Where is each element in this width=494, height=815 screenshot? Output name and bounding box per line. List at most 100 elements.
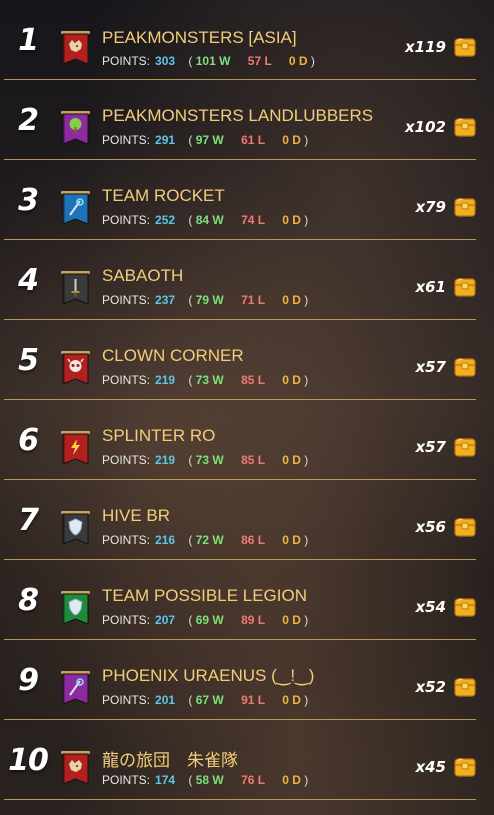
draws-value: 0 D [282, 133, 301, 147]
reward-multiplier: x52 [415, 678, 446, 696]
losses-value: 71 L [241, 293, 265, 307]
guild-name[interactable]: TEAM ROCKET [102, 186, 225, 206]
leaderboard-row-8[interactable]: 8 TEAM POSSIBLE LEGION POINTS: 207 ( 69 W… [0, 560, 494, 640]
wins-value: 84 W [195, 213, 224, 227]
draws-value: 0 D [282, 773, 301, 787]
guild-stats: POINTS: 219 ( 73 W 85 L 0 D ) [102, 373, 309, 387]
leaderboard-row-2[interactable]: 2 PEAKMONSTERS LANDLUBBERS POINTS: 291 ( … [0, 80, 494, 160]
guild-leaderboard: 1 PEAKMONSTERS [ASIA] POINTS: 303 ( 101 W… [0, 0, 494, 815]
points-label: POINTS: [102, 293, 151, 307]
losses-value: 85 L [241, 453, 265, 467]
chest-icon [454, 516, 476, 538]
reward-multiplier: x57 [415, 358, 446, 376]
rank-number: 3 [18, 182, 39, 218]
guild-name[interactable]: SABAOTH [102, 266, 183, 286]
rank-number: 7 [18, 502, 39, 538]
guild-name[interactable]: SPLINTER RO [102, 426, 215, 446]
draws-value: 0 D [282, 693, 301, 707]
points-value: 219 [155, 453, 176, 467]
guild-stats: POINTS: 291 ( 97 W 61 L 0 D ) [102, 133, 309, 147]
points-value: 174 [155, 773, 176, 787]
guild-name[interactable]: HIVE BR [102, 506, 170, 526]
rank-number: 8 [18, 582, 39, 618]
points-value: 303 [155, 54, 176, 68]
points-label: POINTS: [102, 613, 151, 627]
guild-name[interactable]: CLOWN CORNER [102, 346, 244, 366]
losses-value: 89 L [241, 613, 265, 627]
chest-icon [454, 356, 476, 378]
guild-stats: POINTS: 174 ( 58 W 76 L 0 D ) [102, 773, 309, 787]
leaderboard-row-7[interactable]: 7 HIVE BR POINTS: 216 ( 72 W 86 L 0 D ) x… [0, 480, 494, 560]
leaderboard-row-5[interactable]: 5 CLOWN CORNER POINTS: 219 ( 73 W 85 L 0 … [0, 320, 494, 400]
wins-value: 101 W [195, 54, 231, 68]
draws-value: 0 D [282, 213, 301, 227]
wins-value: 69 W [195, 613, 224, 627]
rank-number: 2 [18, 102, 39, 138]
guild-stats: POINTS: 237 ( 79 W 71 L 0 D ) [102, 293, 309, 307]
rank-number: 1 [18, 22, 39, 58]
points-label: POINTS: [102, 453, 151, 467]
guild-name[interactable]: TEAM POSSIBLE LEGION [102, 586, 307, 606]
chest-icon [454, 36, 476, 58]
draws-value: 0 D [282, 453, 301, 467]
leaderboard-row-4[interactable]: 4 SABAOTH POINTS: 237 ( 79 W 71 L 0 D ) x… [0, 240, 494, 320]
guild-stats: POINTS: 252 ( 84 W 74 L 0 D ) [102, 213, 309, 227]
rank-number: 10 [8, 742, 49, 778]
reward-multiplier: x54 [415, 598, 446, 616]
rank-number: 6 [18, 422, 39, 458]
staff-banner-icon [60, 671, 91, 707]
draws-value: 0 D [282, 613, 301, 627]
losses-value: 61 L [241, 133, 265, 147]
guild-stats: POINTS: 216 ( 72 W 86 L 0 D ) [102, 533, 309, 547]
draws-value: 0 D [282, 373, 301, 387]
points-label: POINTS: [102, 54, 151, 68]
chest-icon [454, 196, 476, 218]
guild-name[interactable]: PEAKMONSTERS [ASIA] [102, 28, 297, 48]
leaderboard-row-6[interactable]: 6 SPLINTER RO POINTS: 219 ( 73 W 85 L 0 D… [0, 400, 494, 480]
reward-multiplier: x102 [405, 118, 446, 136]
reward-multiplier: x79 [415, 198, 446, 216]
points-label: POINTS: [102, 533, 151, 547]
chest-icon [454, 676, 476, 698]
sword-banner-icon [60, 271, 91, 307]
points-label: POINTS: [102, 373, 151, 387]
rank-number: 9 [18, 662, 39, 698]
shield-banner-icon [60, 511, 91, 547]
guild-stats: POINTS: 207 ( 69 W 89 L 0 D ) [102, 613, 309, 627]
chest-icon [454, 436, 476, 458]
skull-banner-icon [60, 351, 91, 387]
draws-value: 0 D [288, 54, 308, 68]
leaderboard-row-10[interactable]: 10 龍の旅団 朱雀隊 POINTS: 174 ( 58 W 76 L 0 D )… [0, 720, 494, 800]
chest-icon [454, 116, 476, 138]
losses-value: 74 L [241, 213, 265, 227]
points-value: 216 [155, 533, 176, 547]
reward-multiplier: x119 [405, 38, 446, 56]
chest-icon [454, 276, 476, 298]
leaderboard-row-1[interactable]: 1 PEAKMONSTERS [ASIA] POINTS: 303 ( 101 W… [0, 0, 494, 80]
losses-value: 86 L [241, 533, 265, 547]
points-label: POINTS: [102, 773, 151, 787]
points-label: POINTS: [102, 213, 151, 227]
wolf-banner-icon [60, 751, 91, 787]
guild-name[interactable]: PHOENIX URAENUS (‿!‿) [102, 666, 314, 686]
points-value: 207 [155, 613, 176, 627]
leaderboard-row-3[interactable]: 3 TEAM ROCKET POINTS: 252 ( 84 W 74 L 0 D… [0, 160, 494, 240]
losses-value: 91 L [241, 693, 265, 707]
reward-multiplier: x57 [415, 438, 446, 456]
guild-name[interactable]: 龍の旅団 朱雀隊 [102, 746, 238, 771]
guild-stats: POINTS: 201 ( 67 W 91 L 0 D ) [102, 693, 309, 707]
chest-icon [454, 596, 476, 618]
guild-name[interactable]: PEAKMONSTERS LANDLUBBERS [102, 106, 373, 126]
points-label: POINTS: [102, 133, 151, 147]
losses-value: 76 L [241, 773, 265, 787]
wins-value: 97 W [195, 133, 224, 147]
wins-value: 67 W [195, 693, 224, 707]
row-divider [4, 799, 476, 800]
points-value: 201 [155, 693, 176, 707]
leaderboard-row-9[interactable]: 9 PHOENIX URAENUS (‿!‿) POINTS: 201 ( 67 … [0, 640, 494, 720]
tree-banner-icon [60, 111, 91, 147]
losses-value: 85 L [241, 373, 265, 387]
guild-stats: POINTS: 219 ( 73 W 85 L 0 D ) [102, 453, 309, 467]
lightning-banner-icon [60, 431, 91, 467]
points-value: 237 [155, 293, 176, 307]
